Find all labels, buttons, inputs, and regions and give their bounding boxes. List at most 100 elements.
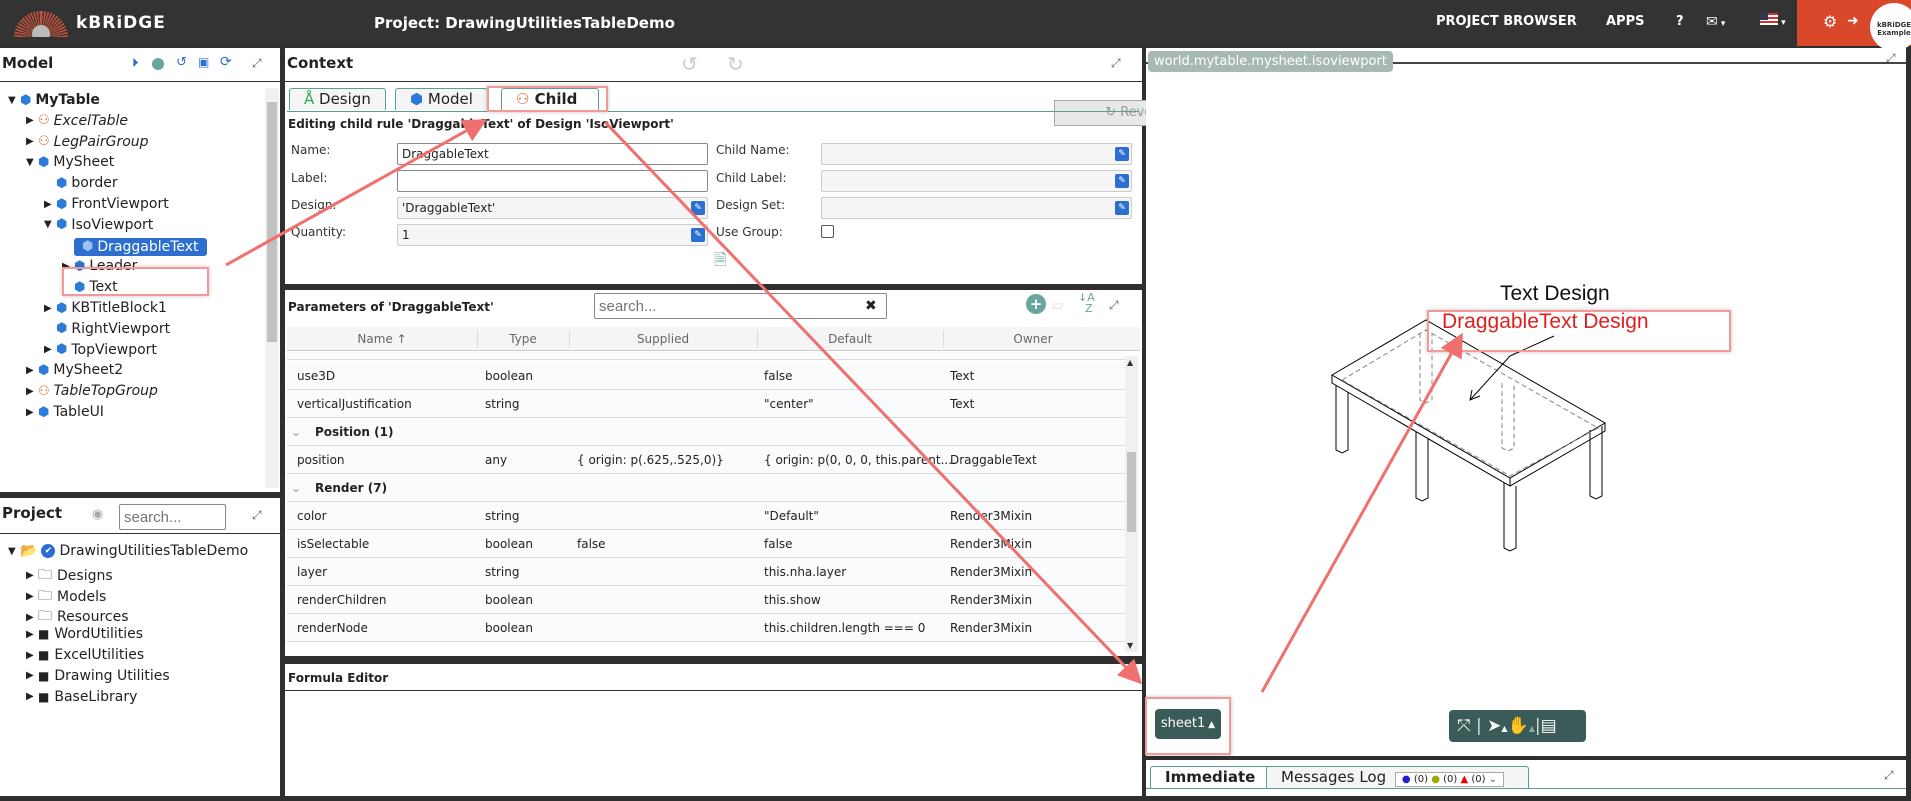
pdf-export-icon[interactable]: ▤ [1541, 716, 1557, 736]
name-input[interactable]: DraggableText [397, 143, 708, 165]
parameter-row[interactable]: isSelectable boolean false false Render3Mixi… [287, 530, 1125, 558]
refresh-icon[interactable]: ⟳ [220, 54, 232, 70]
expand-icon[interactable]: ⤢ [1109, 298, 1119, 313]
scroll-down-arrow[interactable]: ▼ [1127, 641, 1133, 650]
tree-node[interactable]: 📂 ✔ DrawingUtilitiesTableDemo [20, 543, 248, 559]
edit-pencil-icon[interactable]: ✎ [691, 228, 705, 242]
tree-node[interactable]: ⬢ border [56, 175, 118, 191]
tree-item[interactable]: ▶ ⬢ TableUI [26, 404, 104, 420]
visibility-toggle-icon[interactable]: ◉ [92, 507, 103, 522]
tree-node[interactable]: ⬢ RightViewport [56, 321, 170, 337]
help-button[interactable]: ? [1676, 14, 1684, 29]
expand-triangle-icon[interactable]: ▶ [44, 303, 56, 314]
edit-pencil-icon[interactable]: ✎ [691, 201, 705, 215]
tab-immediate[interactable]: Immediate [1150, 766, 1271, 788]
tree-node[interactable]: ⬢ MyTable [20, 92, 100, 108]
tree-item[interactable]: ▶ ■ BaseLibrary [26, 689, 137, 705]
use-group-checkbox[interactable] [821, 225, 834, 238]
formula-editor-area[interactable] [285, 691, 1142, 796]
collapse-triangle-icon[interactable]: ▼ [26, 157, 38, 168]
nav-project-browser[interactable]: PROJECT BROWSER [1436, 14, 1577, 29]
tree-item[interactable]: ▼ 📂 ✔ DrawingUtilitiesTableDemo [8, 543, 248, 559]
column-header-type[interactable]: Type [477, 332, 569, 346]
child-name-input[interactable]: ✎ [821, 143, 1132, 165]
tree-item[interactable]: ▶ ■ Drawing Utilities [26, 668, 170, 684]
expand-icon[interactable]: ⤢ [1111, 56, 1121, 71]
cell-supplied[interactable]: false [577, 537, 606, 551]
expand-triangle-icon[interactable]: ▶ [26, 386, 38, 397]
expand-triangle-icon[interactable]: ▶ [26, 650, 38, 661]
tree-item[interactable]: ▼ ⬢ MySheet [26, 154, 114, 170]
tree-item[interactable]: ▶ ⬢ MySheet2 [26, 362, 123, 378]
chevron-down-icon[interactable]: ⌄ [291, 425, 301, 439]
parameters-scrollbar[interactable]: ▲ ▼ [1125, 356, 1138, 652]
save-icon[interactable]: ▣ [198, 55, 209, 69]
tree-node[interactable]: ■ WordUtilities [38, 626, 143, 642]
pan-hand-icon[interactable]: ✋ [1508, 716, 1529, 736]
tree-item[interactable]: ▶ ⬢ FrontViewport [44, 196, 169, 212]
tree-node[interactable]: ⬢ TableUI [38, 404, 104, 420]
edit-pencil-icon[interactable]: ✎ [1115, 201, 1129, 215]
user-avatar[interactable]: kBRiDGE Example [1870, 3, 1911, 51]
expand-triangle-icon[interactable]: ▶ [26, 365, 38, 376]
expand-triangle-icon[interactable]: ▶ [26, 629, 38, 640]
parameter-row[interactable]: position any { origin: p(.625,.525,0)} { or… [287, 446, 1125, 474]
expand-triangle-icon[interactable]: ▶ [26, 691, 38, 702]
column-header-default[interactable]: Default [757, 332, 943, 346]
parameter-row[interactable]: renderNode boolean this.children.length ==… [287, 614, 1125, 642]
column-header-supplied[interactable]: Supplied [569, 332, 757, 346]
tree-item[interactable]: ▶ ⚇ LegPairGroup [26, 134, 149, 150]
nav-apps[interactable]: APPS [1606, 14, 1644, 29]
parameters-search-input[interactable] [594, 293, 887, 319]
tree-item[interactable]: ⬢ RightViewport [44, 321, 170, 337]
language-menu[interactable]: ▾ [1760, 13, 1786, 29]
group-row[interactable]: ⌄ Render (7) [287, 474, 1125, 502]
message-counts[interactable]: ● (0) ● (0) ▲ (0) ⌄ [1394, 772, 1505, 787]
scrollbar-thumb[interactable] [267, 102, 277, 342]
expand-icon[interactable]: ⤢ [252, 56, 262, 71]
tab-messages-log[interactable]: Messages Log ● (0) ● (0) ▲ (0) ⌄ [1266, 766, 1529, 788]
parameter-row[interactable]: use3D boolean false Text [287, 362, 1125, 390]
tree-node[interactable]: ⬢ FrontViewport [56, 196, 169, 212]
cell-supplied[interactable]: { origin: p(.625,.525,0)} [577, 453, 724, 467]
tree-item[interactable]: ▶ ⚇ ExcelTable [26, 113, 128, 129]
tree-node[interactable]: ■ ExcelUtilities [38, 647, 144, 663]
tree-node[interactable]: ⬢ DraggableText [74, 237, 207, 256]
edit-pencil-icon[interactable]: ✎ [1115, 174, 1129, 188]
parameter-row[interactable]: verticalJustification string "center" Text [287, 390, 1125, 418]
expand-icon[interactable]: ⤢ [1884, 768, 1894, 783]
edit-pencil-icon[interactable]: ✎ [1115, 147, 1129, 161]
expand-icon[interactable]: ⤢ [1886, 51, 1896, 66]
history-icon[interactable]: ↺ [176, 55, 187, 70]
settings-gear-icon[interactable]: ⚙ [1823, 12, 1837, 31]
column-header-owner[interactable]: Owner [943, 332, 1123, 346]
tab-design[interactable]: Å Design [289, 88, 386, 110]
tree-item[interactable]: ⬢ border [44, 175, 118, 191]
tree-node[interactable]: ⚇ ExcelTable [38, 113, 128, 129]
expand-triangle-icon[interactable]: ▶ [44, 199, 56, 210]
tree-node[interactable]: ⬢ IsoViewport [56, 217, 153, 233]
expand-icon[interactable]: ⤢ [252, 508, 262, 523]
tree-node[interactable]: ⚇ TableTopGroup [38, 383, 158, 399]
tree-item[interactable]: ⬢ DraggableText [62, 237, 207, 256]
tree-node[interactable]: ⬢ MySheet [38, 154, 114, 170]
expand-triangle-icon[interactable]: ▶ [26, 407, 38, 418]
tree-node[interactable]: ⬢ KBTitleBlock1 [56, 300, 167, 316]
collapse-triangle-icon[interactable]: ▼ [44, 219, 56, 230]
expand-triangle-icon[interactable]: ▶ [26, 670, 38, 681]
label-input[interactable] [397, 170, 708, 192]
tree-item[interactable]: ▶ ⬢ KBTitleBlock1 [44, 300, 167, 316]
tree-item[interactable]: ▶ ⬢ TopViewport [44, 342, 157, 358]
tree-node[interactable]: ⬢ TopViewport [56, 342, 157, 358]
undo-icon[interactable]: ↺ [681, 52, 698, 76]
expand-triangle-icon[interactable]: ▶ [26, 591, 38, 602]
kbridge-logo[interactable]: kBRiDGE [10, 8, 170, 38]
tree-item[interactable]: ▶ ■ ExcelUtilities [26, 647, 144, 663]
tree-node[interactable]: ■ Drawing Utilities [38, 668, 170, 684]
scroll-up-arrow[interactable]: ▲ [1127, 358, 1133, 367]
model-tree-scrollbar[interactable] [265, 88, 279, 488]
collapse-triangle-icon[interactable]: ▼ [8, 95, 20, 106]
mail-menu[interactable]: ✉ ▾ [1706, 14, 1725, 30]
expand-triangle-icon[interactable]: ▶ [26, 136, 38, 147]
quantity-input[interactable]: 1 ✎ [397, 224, 708, 246]
